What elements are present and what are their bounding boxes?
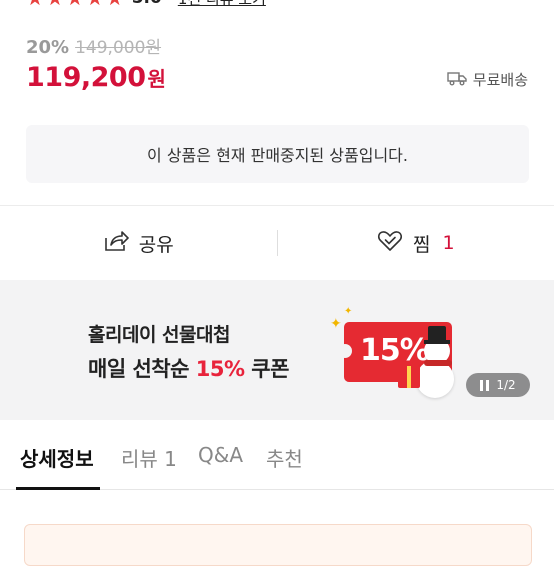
banner-subtitle-suffix: 쿠폰: [245, 357, 289, 381]
banner-title: 홀리데이 선물대첩: [88, 320, 230, 347]
share-icon: [103, 229, 129, 257]
shipping-label: 무료배송: [473, 69, 528, 90]
banner-pager[interactable]: 1/2: [466, 373, 530, 397]
gift-ribbon: [407, 366, 411, 388]
tab-detail-info[interactable]: 상세정보: [20, 443, 94, 472]
banner-subtitle-prefix: 매일 선착순: [88, 357, 196, 381]
star-icon: ★: [106, 0, 124, 8]
info-box: [24, 524, 532, 566]
sparkle-icon: ✦: [330, 316, 342, 332]
like-label: 찜: [413, 230, 430, 257]
share-button[interactable]: 공유: [0, 206, 277, 280]
discount-row: 20% 149,000원: [26, 33, 161, 58]
notice-text: 이 상품은 현재 판매중지된 상품입니다.: [147, 142, 408, 166]
star-icon: ★: [26, 0, 44, 8]
like-count: 1: [442, 232, 454, 254]
heart-check-icon: [377, 230, 403, 256]
coupon-text: 15%: [360, 333, 429, 368]
promo-banner[interactable]: [0, 280, 554, 420]
tab-qna[interactable]: Q&A: [198, 443, 243, 467]
snowman-hat-brim: [424, 340, 450, 344]
star-icon: ★: [86, 0, 104, 8]
rating-score: 5.0: [132, 0, 162, 8]
tab-recommend[interactable]: 추천: [266, 443, 303, 472]
truck-icon: [447, 70, 467, 90]
sale-price: 119,200 원: [26, 62, 166, 93]
action-bar: 공유 찜 1: [0, 206, 554, 280]
share-label: 공유: [139, 230, 174, 257]
pager-count: 1/2: [496, 378, 515, 392]
shipping-info: 무료배송: [447, 69, 528, 90]
original-price: 149,000원: [75, 33, 161, 58]
coupon-notch: [338, 344, 352, 358]
banner-subtitle: 매일 선착순 15% 쿠폰: [88, 353, 289, 383]
sale-price-unit: 원: [147, 63, 165, 92]
banner-subtitle-accent: 15%: [196, 357, 245, 381]
rating-row: ★ ★ ★ ★ ★ 5.0 1건 리뷰 보기: [26, 0, 266, 9]
sale-stopped-notice: 이 상품은 현재 판매중지된 상품입니다.: [26, 125, 529, 183]
snowman-scarf: [424, 360, 452, 366]
star-icon: ★: [66, 0, 84, 8]
review-link[interactable]: 1건 리뷰 보기: [178, 0, 266, 9]
active-tab-indicator: [16, 487, 100, 490]
sale-price-value: 119,200: [26, 62, 145, 93]
pause-icon[interactable]: [480, 380, 489, 391]
detail-tabs: 상세정보 리뷰 1 Q&A 추천: [0, 420, 554, 492]
like-button[interactable]: 찜 1: [278, 206, 554, 280]
star-icon: ★: [46, 0, 64, 8]
sparkle-icon: ✦: [344, 306, 352, 317]
discount-rate: 20%: [26, 37, 69, 58]
tab-reviews[interactable]: 리뷰 1: [121, 443, 177, 472]
